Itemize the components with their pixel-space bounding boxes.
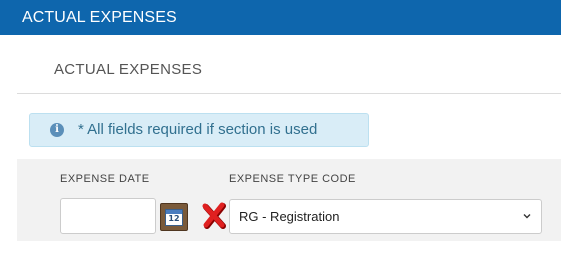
section-divider [17,93,561,94]
required-fields-notice: i * All fields required if section is us… [29,113,369,147]
info-icon: i [50,123,64,137]
expense-date-input[interactable] [60,198,156,234]
expense-date-label: EXPENSE DATE [60,173,150,185]
notice-text: * All fields required if section is used [78,121,318,138]
expense-type-selected-value: RG - Registration [239,209,340,224]
calendar-icon: 12 [165,209,183,226]
expense-type-label: EXPENSE TYPE CODE [229,173,356,185]
section-title: ACTUAL EXPENSES [54,61,203,78]
error-x-icon [202,202,226,229]
expense-type-select[interactable]: RG - Registration [229,199,542,234]
app-header: ACTUAL EXPENSES [0,0,561,35]
header-title: ACTUAL EXPENSES [22,9,177,26]
chevron-down-icon [523,214,531,219]
calendar-button[interactable]: 12 [160,203,188,231]
